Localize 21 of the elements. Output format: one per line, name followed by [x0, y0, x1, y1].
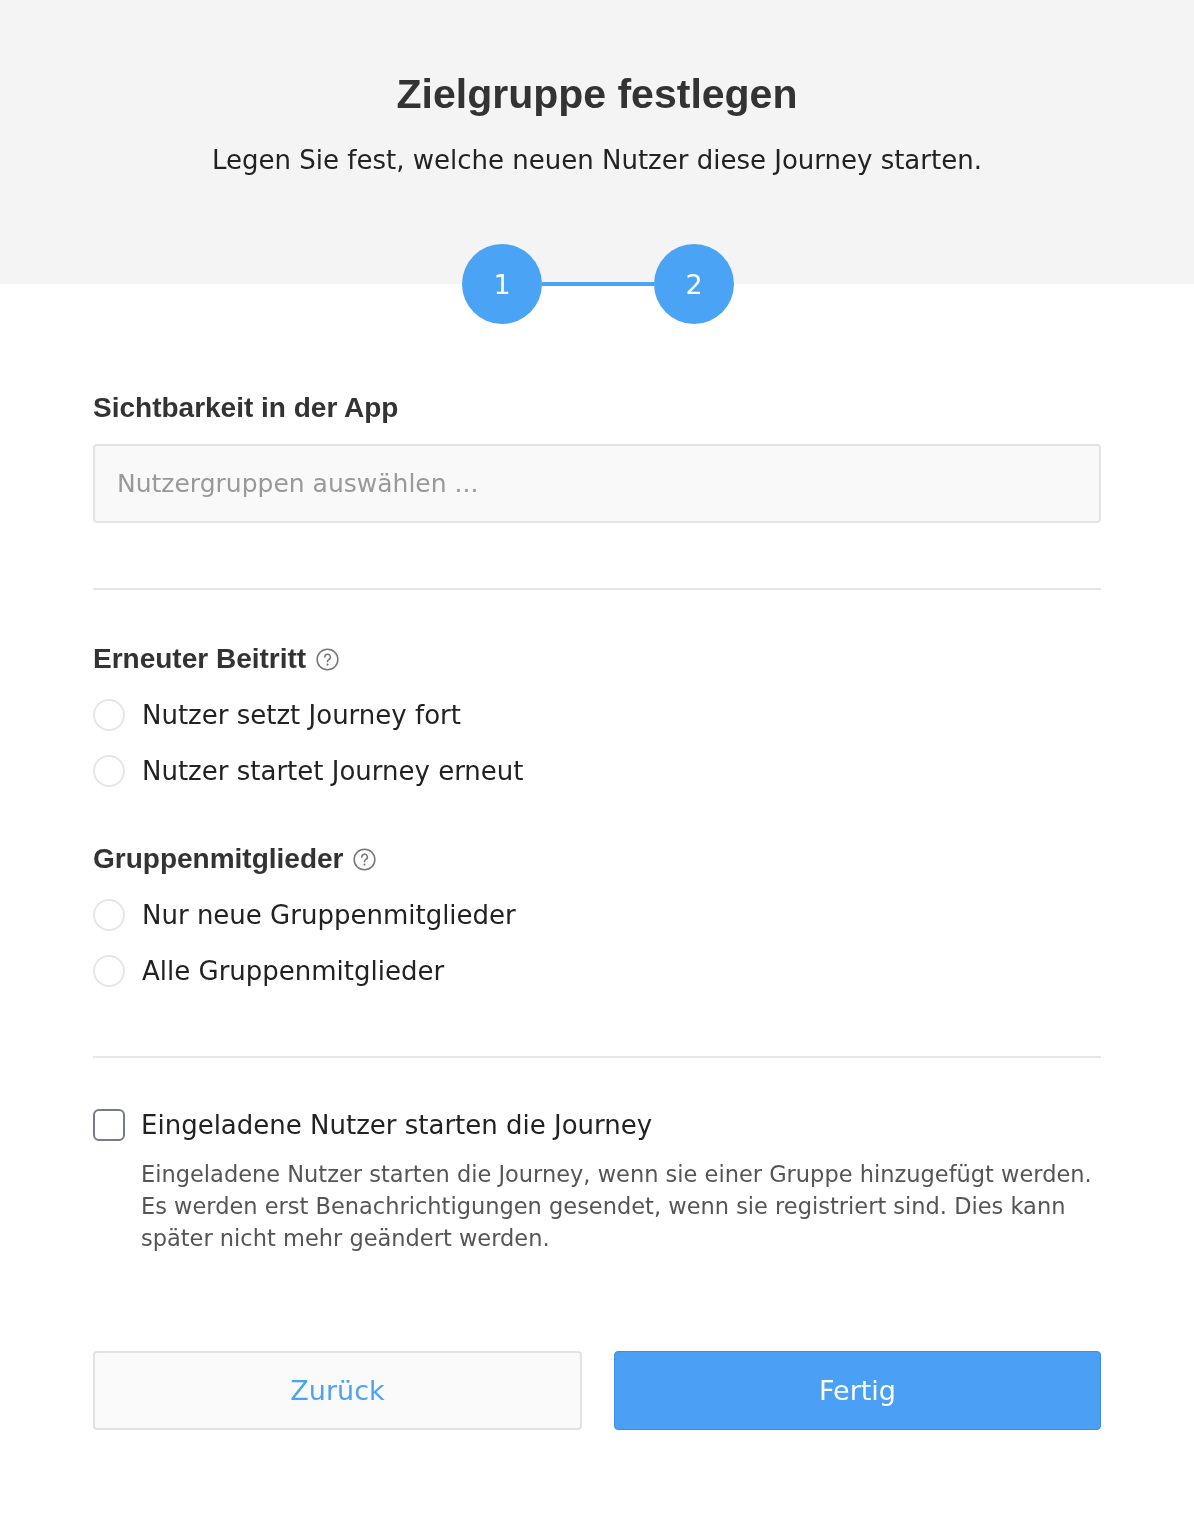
page-subtitle: Legen Sie fest, welche neuen Nutzer diese Journey starten. — [212, 144, 982, 177]
section-label: Erneuter Beitritt — [93, 642, 307, 676]
radio-button[interactable] — [93, 755, 125, 787]
section-label: Gruppenmitglieder — [93, 842, 344, 876]
help-icon[interactable] — [353, 847, 377, 871]
checkbox-description: Eingeladene Nutzer starten die Journey, wenn sie einer Gruppe hinzugefügt werden. Es werden erst Benachrichtigungen gesendet, wenn sie registriert sind. Dies kann später nicht mehr geändert werden. — [141, 1160, 1093, 1253]
radio-label[interactable]: Nur neue Gruppenmitglieder — [142, 898, 516, 932]
radio-label[interactable]: Nutzer startet Journey erneut — [142, 754, 524, 788]
section-label: Sichtbarkeit in der App — [93, 391, 399, 425]
step-circle: 2 — [654, 244, 734, 324]
radio-button[interactable] — [93, 699, 125, 731]
step-circle: 1 — [462, 244, 542, 324]
checkbox[interactable] — [93, 1109, 125, 1141]
page-title: Zielgruppe festlegen — [396, 70, 798, 119]
radio-button[interactable] — [93, 955, 125, 987]
checkbox-label[interactable]: Eingeladene Nutzer starten die Journey — [141, 1108, 653, 1142]
help-icon[interactable] — [316, 647, 340, 671]
radio-label[interactable]: Nutzer setzt Journey fort — [142, 698, 461, 732]
user-group-select[interactable]: Nutzergruppen auswählen ... — [93, 444, 1101, 523]
radio-label[interactable]: Alle Gruppenmitglieder — [142, 954, 445, 988]
radio-button[interactable] — [93, 899, 125, 931]
